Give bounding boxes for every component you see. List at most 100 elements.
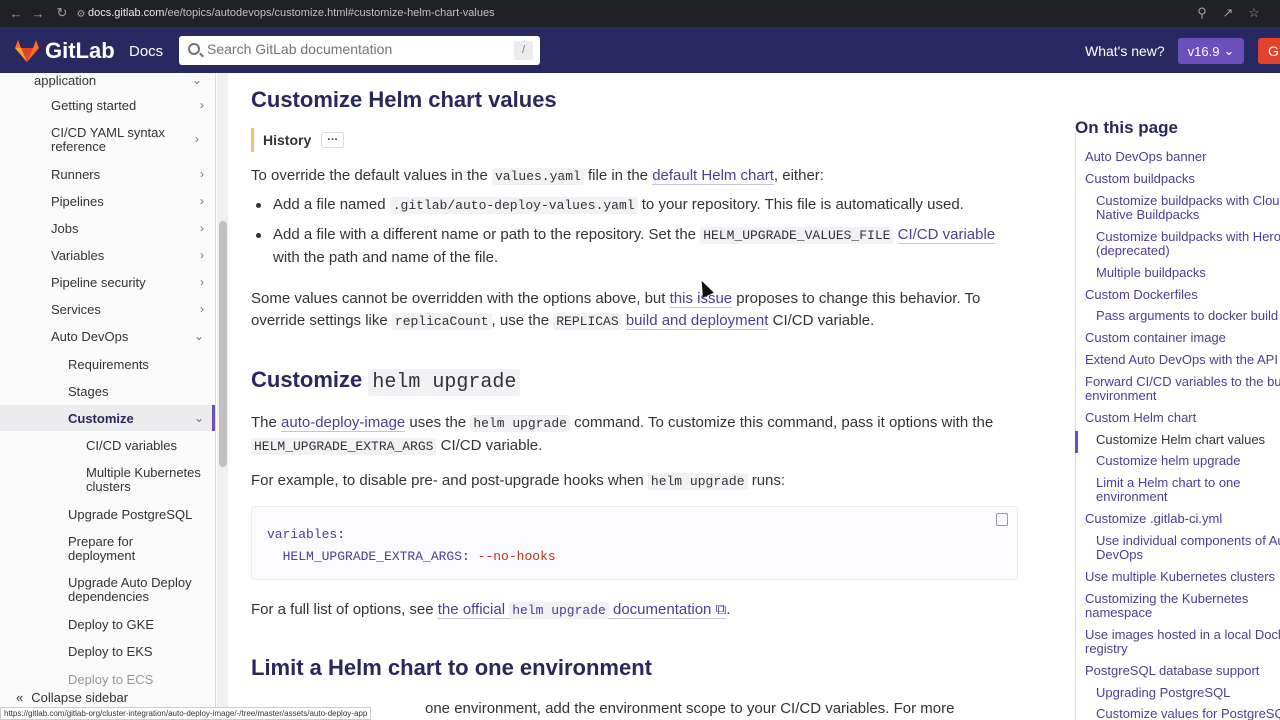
ci-cd-variable-link[interactable]: CI/CD variable <box>897 226 996 244</box>
sidebar-scrollbar-thumb[interactable] <box>219 221 227 467</box>
get-free-trial-button[interactable]: G <box>1258 38 1280 64</box>
toc-item[interactable]: Multiple buildpacks <box>1096 266 1206 280</box>
sidebar-item-runners[interactable]: Runners › <box>0 163 215 185</box>
collapse-sidebar-button[interactable]: « Collapse sidebar <box>16 690 128 705</box>
toc-item[interactable]: namespace <box>1085 606 1152 620</box>
sidebar-item-pipelines[interactable]: Pipelines › <box>0 190 215 212</box>
whats-new-link[interactable]: What's new? <box>1085 43 1165 59</box>
default-helm-chart-link[interactable]: default Helm chart <box>652 167 774 185</box>
toc-item[interactable]: Upgrading PostgreSQL <box>1096 686 1230 700</box>
chevron-right-icon[interactable]: › <box>195 132 199 146</box>
sidebar-item-customize[interactable]: Customize ⌄ <box>0 405 215 431</box>
sidebar-item-label: Upgrade PostgreSQL <box>68 506 193 522</box>
toc-item[interactable]: Custom buildpacks <box>1085 172 1195 186</box>
bookmark-star-icon[interactable]: ☆ <box>1246 5 1262 21</box>
version-dropdown[interactable]: v16.9 ⌄ <box>1178 38 1244 64</box>
zoom-icon[interactable]: ⚲ <box>1194 5 1210 21</box>
sidebar-item-multiple-kubernetes-clusters[interactable]: Multiple Kubernetes clusters <box>0 465 212 495</box>
url-path: /ee/topics/autodevops/customize.html#cus… <box>164 7 495 19</box>
sidebar-item-services[interactable]: Services › <box>0 298 215 320</box>
toc-item[interactable]: Pass arguments to docker build <box>1096 309 1278 323</box>
auto-deploy-image-link[interactable]: auto-deploy-image <box>281 414 406 432</box>
inline-code: HELM_UPGRADE_EXTRA_ARGS <box>251 438 437 455</box>
sidebar-item-label: Deploy to EKS <box>68 643 153 659</box>
back-icon[interactable]: ← <box>8 5 24 21</box>
text: , either: <box>773 167 824 184</box>
sidebar-item-label: Customize <box>68 410 134 426</box>
build-and-deployment-link[interactable]: build and deployment <box>625 312 769 330</box>
toc-item[interactable]: environment <box>1096 490 1168 504</box>
toc-item[interactable]: Extend Auto DevOps with the API <box>1085 353 1278 367</box>
address-bar[interactable]: docs.gitlab.com/ee/topics/autodevops/cus… <box>88 7 495 19</box>
toc-item[interactable]: Custom container image <box>1085 331 1226 345</box>
text: CI/CD variable. <box>436 437 543 454</box>
paragraph-disable-hooks: For example, to disable pre- and post-up… <box>251 470 1011 493</box>
toc-item[interactable]: Customize .gitlab-ci.yml <box>1085 512 1222 526</box>
inline-code: .gitlab/auto-deploy-values.yaml <box>389 197 638 214</box>
sidebar-item-application[interactable]: application ⌄ <box>0 73 215 90</box>
toc-item[interactable]: Native Buildpacks <box>1096 208 1199 222</box>
share-icon[interactable]: ↗ <box>1220 5 1236 21</box>
site-info-icon[interactable]: ⚙ <box>73 6 89 22</box>
sidebar-item-deploy-to-eks[interactable]: Deploy to EKS <box>0 640 215 662</box>
sidebar-item-pipeline-security[interactable]: Pipeline security › <box>0 271 215 293</box>
toc-item[interactable]: Limit a Helm chart to one <box>1096 476 1241 490</box>
toc-item[interactable]: Auto DevOps banner <box>1085 150 1206 164</box>
sidebar-item-ci-cd-yaml-syntax[interactable]: CI/CD YAML syntax reference <box>0 125 170 155</box>
toc-item[interactable]: DevOps <box>1096 548 1143 562</box>
toc-item[interactable]: Customize buildpacks with Heroku <box>1096 230 1280 244</box>
sidebar-item-upgrade-postgresql[interactable]: Upgrade PostgreSQL <box>0 503 215 525</box>
sidebar-item-jobs[interactable]: Jobs › <box>0 217 215 239</box>
sidebar-item-label: Multiple Kubernetes clusters <box>86 465 201 494</box>
sidebar-item-label: Pipeline security <box>51 274 146 290</box>
docs-label[interactable]: Docs <box>129 43 163 60</box>
reload-icon[interactable]: ↻ <box>54 5 70 21</box>
toc-item[interactable]: Custom Helm chart <box>1085 411 1196 425</box>
toc-item[interactable]: registry <box>1085 642 1128 656</box>
toc-item[interactable]: Forward CI/CD variables to the build <box>1085 375 1280 389</box>
search-box[interactable]: / <box>179 36 540 65</box>
sidebar-item-variables[interactable]: Variables › <box>0 244 215 266</box>
chevron-right-icon: › <box>200 98 204 112</box>
sidebar-item-upgrade-auto-deploy[interactable]: Upgrade Auto Deploy dependencies <box>0 575 212 605</box>
toc-item[interactable]: Use individual components of Auto <box>1096 534 1280 548</box>
helm-upgrade-docs-link[interactable]: the official helm upgrade documentation … <box>437 601 727 619</box>
sidebar-item-label: Services <box>51 301 101 317</box>
sidebar-item-label: Upgrade Auto Deploy dependencies <box>68 575 192 604</box>
docs-header: GitLab Docs / What's new? v16.9 ⌄ G <box>0 27 1280 73</box>
history-panel[interactable]: History ··· <box>251 128 345 152</box>
sidebar-item-label: Jobs <box>51 220 79 236</box>
sidebar-item-auto-devops[interactable]: Auto DevOps ⌄ <box>0 325 215 347</box>
toc-item[interactable]: (deprecated) <box>1096 244 1170 258</box>
search-input[interactable] <box>207 41 507 57</box>
toc-item[interactable]: Custom Dockerfiles <box>1085 288 1198 302</box>
sidebar-item-deploy-to-gke[interactable]: Deploy to GKE <box>0 613 215 635</box>
toc-item[interactable]: environment <box>1085 389 1157 403</box>
sidebar-item-deploy-to-ecs[interactable]: Deploy to ECS <box>0 668 215 690</box>
main-content: Customize Helm chart values History ··· … <box>251 73 1021 720</box>
copy-icon[interactable] <box>996 513 1008 526</box>
heading-text: Customize <box>251 367 369 392</box>
toc-item[interactable]: Use multiple Kubernetes clusters <box>1085 570 1275 584</box>
toc-item[interactable]: Use images hosted in a local Docker <box>1085 628 1280 642</box>
sidebar-item-stages[interactable]: Stages <box>0 380 215 402</box>
sidebar-item-getting-started[interactable]: Getting started › <box>0 94 215 116</box>
code-key: variables <box>267 527 338 542</box>
forward-icon[interactable]: → <box>30 5 46 21</box>
heading-code: helm upgrade <box>368 369 521 396</box>
toc-item[interactable]: Customizing the Kubernetes <box>1085 592 1248 606</box>
toc-title: On this page <box>1075 118 1178 137</box>
toc-item[interactable]: Customize helm upgrade <box>1096 454 1241 468</box>
toc-item[interactable]: PostgreSQL database support <box>1085 664 1259 678</box>
toc-item-active[interactable]: Customize Helm chart values <box>1096 433 1265 447</box>
sidebar-item-requirements[interactable]: Requirements <box>0 353 215 375</box>
toc-item[interactable]: Customize buildpacks with Cloud <box>1096 194 1280 208</box>
sidebar-item-ci-cd-variables[interactable]: CI/CD variables <box>0 434 215 456</box>
gitlab-logo[interactable]: GitLab <box>14 38 115 64</box>
override-options-list: Add a file named .gitlab/auto-deploy-val… <box>256 194 1018 276</box>
history-more-button[interactable]: ··· <box>321 132 345 148</box>
sidebar-item-prepare-for-deployment[interactable]: Prepare for deployment <box>0 534 150 564</box>
toc-active-marker <box>1075 431 1078 453</box>
paragraph-values-limitations: Some values cannot be overridden with th… <box>251 288 1001 333</box>
toc-item[interactable]: Customize values for PostgreSQL <box>1096 707 1280 720</box>
